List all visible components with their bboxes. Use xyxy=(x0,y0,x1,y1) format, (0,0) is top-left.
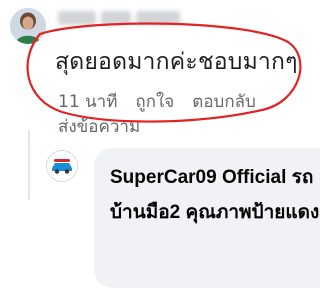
reply: SuperCar09 Official รถบ้านมือ2 คุณภาพป้า… xyxy=(0,130,320,288)
comment-actions: 11 นาที ถูกใจ ตอบกลับ xyxy=(58,88,256,115)
page-avatar[interactable] xyxy=(46,150,78,182)
car-logo-icon xyxy=(47,151,77,181)
comment: สุดยอดมากค่ะชอบมากๆ 11 นาที ถูกใจ ตอบกลั… xyxy=(0,0,320,140)
person-avatar-icon xyxy=(10,8,46,44)
thread-line xyxy=(28,130,30,200)
reply-text: SuperCar09 Official รถบ้านมือ2 คุณภาพป้า… xyxy=(110,167,320,223)
blurred-author-name xyxy=(58,8,208,28)
reply-bubble: SuperCar09 Official รถบ้านมือ2 คุณภาพป้า… xyxy=(94,148,320,288)
send-message-link[interactable]: ส่งข้อความ xyxy=(58,113,140,140)
comment-text: สุดยอดมากค่ะชอบมากๆ xyxy=(55,49,298,75)
reply-link[interactable]: ตอบกลับ xyxy=(192,88,256,115)
commenter-avatar[interactable] xyxy=(10,8,46,44)
like-link[interactable]: ถูกใจ xyxy=(135,88,174,115)
comment-time: 11 นาที xyxy=(58,92,118,112)
